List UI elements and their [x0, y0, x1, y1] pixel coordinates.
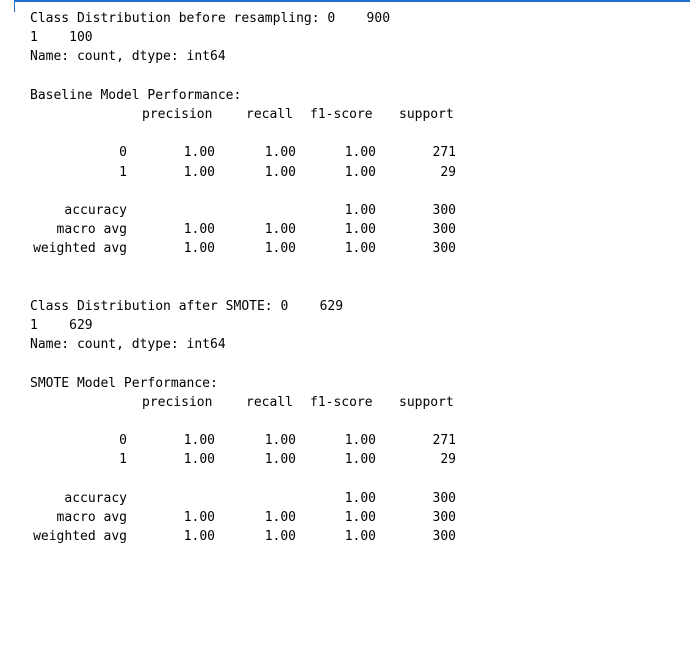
header-recall: recall	[246, 106, 293, 122]
baseline-row-1: 1 1.00 1.00 1.00 29	[30, 163, 670, 182]
summary-precision: 1.00	[183, 529, 215, 545]
summary-label: weighted avg	[33, 529, 127, 545]
row-recall: 1.00	[264, 452, 296, 468]
header-f1-score: f1-score	[310, 106, 373, 122]
summary-support: 300	[432, 241, 456, 257]
row-label: 1	[119, 452, 127, 468]
summary-recall: 1.00	[264, 529, 296, 545]
class-distribution-before-text-2: 1 100	[30, 30, 93, 46]
header-precision: precision	[142, 394, 213, 410]
summary-label: macro avg	[56, 222, 127, 238]
smote-row-1: 1 1.00 1.00 1.00 29	[30, 450, 670, 469]
class-distribution-after-line-2: 1 629	[30, 316, 670, 335]
series-name-text: Name: count, dtype: int64	[30, 337, 226, 353]
notebook-output-area: Class Distribution before resampling: 0 …	[30, 9, 670, 546]
summary-precision: 1.00	[183, 241, 215, 257]
row-f1-score: 1.00	[344, 164, 376, 180]
row-support: 271	[432, 145, 456, 161]
series-name-text: Name: count, dtype: int64	[30, 49, 226, 65]
baseline-summary-weighted: weighted avg 1.00 1.00 1.00 300	[30, 239, 670, 258]
summary-support: 300	[432, 490, 456, 506]
series-name-line: Name: count, dtype: int64	[30, 47, 670, 66]
header-f1-score: f1-score	[310, 394, 373, 410]
baseline-summary-accuracy: accuracy 1.00 300	[30, 201, 670, 220]
summary-f1-score: 1.00	[344, 241, 376, 257]
output-cell-top-border	[14, 0, 690, 2]
series-name-line: Name: count, dtype: int64	[30, 335, 670, 354]
class-distribution-before-text: Class Distribution before resampling: 0 …	[30, 11, 391, 26]
row-precision: 1.00	[183, 452, 215, 468]
row-f1-score: 1.00	[344, 433, 376, 449]
summary-precision: 1.00	[183, 509, 215, 525]
summary-support: 300	[432, 202, 456, 218]
smote-title-line: SMOTE Model Performance:	[30, 374, 670, 393]
row-recall: 1.00	[264, 433, 296, 449]
summary-support: 300	[432, 529, 456, 545]
class-distribution-before-line-2: 1 100	[30, 28, 670, 47]
summary-f1-score: 1.00	[344, 509, 376, 525]
row-recall: 1.00	[264, 164, 296, 180]
row-label: 1	[119, 164, 127, 180]
baseline-report-header: precision recall f1-score support	[30, 105, 670, 124]
row-label: 0	[119, 433, 127, 449]
header-recall: recall	[246, 394, 293, 410]
class-distribution-before-line: Class Distribution before resampling: 0 …	[30, 9, 670, 28]
summary-label: accuracy	[64, 202, 127, 218]
row-precision: 1.00	[183, 433, 215, 449]
summary-f1-score: 1.00	[344, 222, 376, 238]
row-f1-score: 1.00	[344, 145, 376, 161]
summary-label: weighted avg	[33, 241, 127, 257]
summary-recall: 1.00	[264, 241, 296, 257]
summary-f1-score: 1.00	[344, 529, 376, 545]
summary-support: 300	[432, 509, 456, 525]
row-recall: 1.00	[264, 145, 296, 161]
header-support: support	[399, 106, 454, 122]
summary-f1-score: 1.00	[344, 490, 376, 506]
smote-report-header: precision recall f1-score support	[30, 393, 670, 412]
baseline-summary-macro: macro avg 1.00 1.00 1.00 300	[30, 220, 670, 239]
summary-recall: 1.00	[264, 222, 296, 238]
baseline-title-line: Baseline Model Performance:	[30, 86, 670, 105]
smote-title: SMOTE Model Performance:	[30, 375, 218, 391]
row-support: 29	[440, 452, 456, 468]
class-distribution-after-line: Class Distribution after SMOTE: 0 629	[30, 297, 670, 316]
row-precision: 1.00	[183, 145, 215, 161]
summary-label: accuracy	[64, 490, 127, 506]
baseline-title: Baseline Model Performance:	[30, 87, 242, 103]
row-support: 29	[440, 164, 456, 180]
smote-summary-weighted: weighted avg 1.00 1.00 1.00 300	[30, 527, 670, 546]
header-precision: precision	[142, 106, 213, 122]
row-label: 0	[119, 145, 127, 161]
smote-summary-accuracy: accuracy 1.00 300	[30, 489, 670, 508]
class-distribution-after-text-2: 1 629	[30, 318, 93, 333]
row-support: 271	[432, 433, 456, 449]
row-precision: 1.00	[183, 164, 215, 180]
smote-summary-macro: macro avg 1.00 1.00 1.00 300	[30, 508, 670, 527]
row-f1-score: 1.00	[344, 452, 376, 468]
baseline-row-0: 0 1.00 1.00 1.00 271	[30, 143, 670, 162]
summary-f1-score: 1.00	[344, 202, 376, 218]
summary-precision: 1.00	[183, 222, 215, 238]
header-support: support	[399, 394, 454, 410]
output-cell-left-border	[14, 0, 15, 12]
smote-row-0: 0 1.00 1.00 1.00 271	[30, 431, 670, 450]
class-distribution-after-text: Class Distribution after SMOTE: 0 629	[30, 298, 344, 314]
summary-support: 300	[432, 222, 456, 238]
summary-label: macro avg	[56, 509, 127, 525]
summary-recall: 1.00	[264, 509, 296, 525]
